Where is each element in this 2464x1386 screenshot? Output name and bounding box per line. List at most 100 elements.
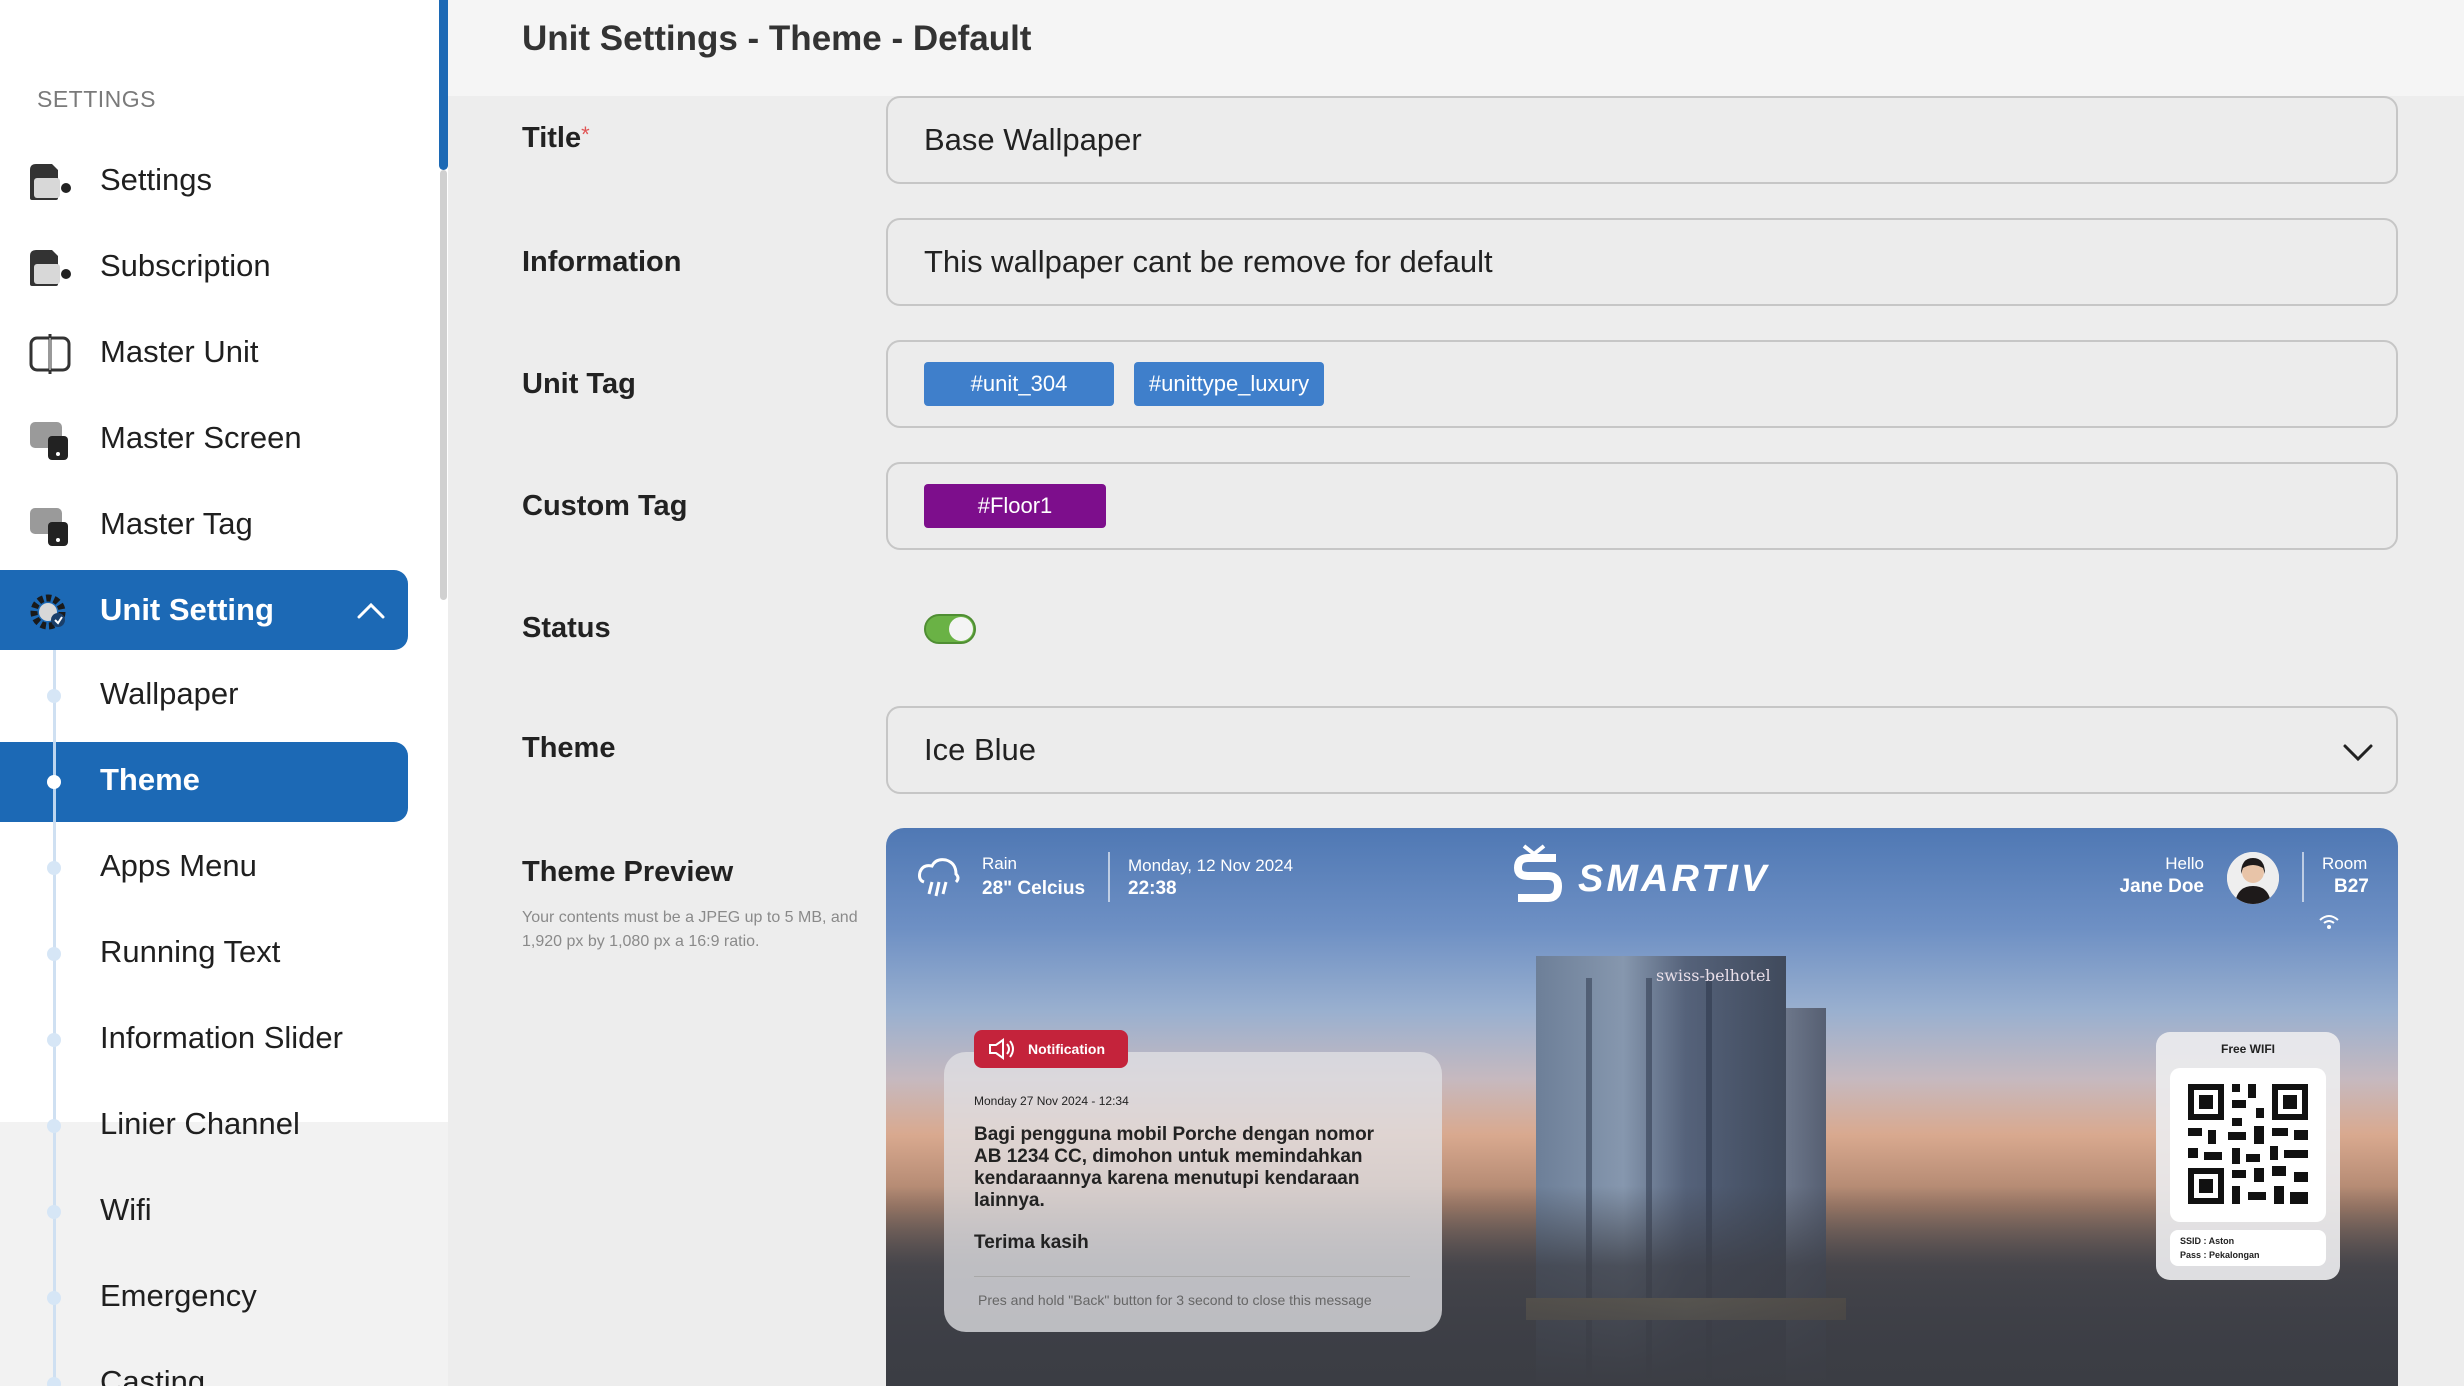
weather-label: Rain: [982, 854, 1017, 873]
sidebar-subitem-label: Wallpaper: [100, 676, 239, 711]
top-divider: [1108, 852, 1110, 902]
gear-icon: [30, 594, 66, 630]
notification-divider: [974, 1276, 1410, 1277]
split-panel-icon: [29, 334, 71, 374]
information-field[interactable]: This wallpaper cant be remove for defaul…: [886, 218, 2398, 306]
sidebar-item-settings[interactable]: Settings: [0, 140, 408, 220]
sidebar-subitem-theme[interactable]: Theme: [0, 742, 408, 822]
tree-dot: [47, 1205, 61, 1219]
sidebar-subitem-wallpaper[interactable]: Wallpaper: [0, 656, 408, 736]
title-label: Title*: [522, 122, 590, 155]
sidebar-item-label: Subscription: [100, 248, 271, 283]
chevron-up-icon[interactable]: [356, 596, 386, 626]
sidebar-subitem-label: Wifi: [100, 1192, 152, 1227]
notification-datetime: Monday 27 Nov 2024 - 12:34: [974, 1094, 1129, 1108]
information-label: Information: [522, 246, 682, 278]
sidebar-subitem-linier-channel[interactable]: Linier Channel: [0, 1086, 408, 1166]
sidebar-scrollbar-thumb[interactable]: [439, 0, 448, 170]
information-value: This wallpaper cant be remove for defaul…: [924, 244, 1493, 279]
smartiv-logo-icon: [1513, 844, 1563, 902]
theme-preview-image: swiss-belhotel Rain 28ʺ Celcius Monday, …: [886, 828, 2398, 1386]
theme-selected-value: Ice Blue: [924, 732, 1037, 767]
status-toggle[interactable]: [924, 614, 976, 644]
sidebar-subitem-running-text[interactable]: Running Text: [0, 914, 408, 994]
sidebar-item-label: Settings: [100, 162, 213, 197]
card-subscription-icon: [30, 250, 71, 286]
sidebar-subitem-label: Theme: [100, 762, 200, 797]
wifi-pass: Pass : Pekalongan: [2180, 1250, 2260, 1260]
sidebar-subitem-information-slider[interactable]: Information Slider: [0, 1000, 408, 1080]
custom-tag-field[interactable]: #Floor1: [886, 462, 2398, 550]
required-mark: *: [581, 122, 590, 147]
card-settings-icon: [30, 164, 71, 200]
top-divider: [2302, 852, 2304, 902]
sidebar-subitem-apps-menu[interactable]: Apps Menu: [0, 828, 408, 908]
tree-dot: [47, 1377, 61, 1386]
wifi-ssid: SSID : Aston: [2180, 1236, 2235, 1246]
title-label-text: Title: [522, 122, 582, 154]
theme-select[interactable]: Ice Blue: [886, 706, 2398, 794]
sidebar-item-master-unit[interactable]: Master Unit: [0, 312, 408, 392]
screen-device-icon: [30, 422, 68, 460]
sidebar-item-label: Master Screen: [100, 420, 302, 455]
rain-cloud-icon: [918, 858, 960, 897]
sidebar: SETTINGS Settings Subscription Master Un…: [0, 0, 448, 1386]
tree-dot: [47, 861, 61, 875]
unit-tag-label: Unit Tag: [522, 368, 636, 400]
sidebar-subitem-label: Information Slider: [100, 1020, 343, 1055]
custom-tag-chip[interactable]: #Floor1: [924, 484, 1106, 528]
title-field[interactable]: Base Wallpaper: [886, 96, 2398, 184]
theme-preview-hint: Your contents must be a JPEG up to 5 MB,…: [522, 909, 858, 950]
sidebar-item-subscription[interactable]: Subscription: [0, 226, 408, 306]
tree-dot: [47, 1291, 61, 1305]
sidebar-item-master-tag[interactable]: Master Tag: [0, 484, 408, 564]
greeting: Hello: [2165, 854, 2204, 873]
tree-dot: [47, 775, 61, 789]
time: 22:38: [1128, 878, 1177, 899]
sidebar-subitem-label: Apps Menu: [100, 848, 257, 883]
tree-dot: [47, 1033, 61, 1047]
tree-dot: [47, 689, 61, 703]
chevron-down-icon[interactable]: [2342, 736, 2374, 768]
tree-dot: [47, 947, 61, 961]
person-avatar-icon: [2227, 852, 2279, 904]
sidebar-subitem-casting[interactable]: Casting: [0, 1344, 408, 1386]
sidebar-subitem-label: Emergency: [100, 1278, 257, 1313]
title-value: Base Wallpaper: [924, 122, 1142, 157]
sidebar-item-master-screen[interactable]: Master Screen: [0, 398, 408, 478]
theme-preview-label: Theme Preview: [522, 856, 734, 888]
theme-label: Theme: [522, 732, 616, 764]
room-label: Room: [2322, 854, 2368, 873]
sidebar-item-label: Master Unit: [100, 334, 259, 369]
notification-message: Bagi pengguna mobil Porche dengan nomor …: [974, 1124, 1375, 1211]
status-label: Status: [522, 612, 611, 644]
wifi-card: Free WIFI SSID: Aston Pass: Pekalongan: [2156, 1032, 2340, 1280]
unit-tag-chip[interactable]: #unittype_luxury: [1134, 362, 1324, 406]
speaker-icon: [989, 1038, 1014, 1060]
page-title: Unit Settings - Theme - Default: [522, 19, 1032, 58]
notification-footer: Pres and hold "Back" button for 3 second…: [978, 1292, 1372, 1308]
tree-dot: [47, 1119, 61, 1133]
unit-tag-chip[interactable]: #unit_304: [924, 362, 1114, 406]
hotel-sign: swiss-belhotel: [1656, 966, 1771, 985]
sidebar-subitem-label: Casting: [100, 1364, 206, 1386]
sidebar-scrollbar-track[interactable]: [440, 170, 447, 600]
sidebar-section-label: SETTINGS: [37, 86, 157, 112]
tag-device-icon: [30, 508, 68, 546]
wifi-icon: [2319, 915, 2339, 929]
temperature: 28ʺ Celcius: [982, 878, 1086, 899]
sidebar-subitem-wifi[interactable]: Wifi: [0, 1172, 408, 1252]
sidebar-item-unit-setting[interactable]: Unit Setting: [0, 570, 408, 650]
notification-thanks: Terima kasih: [974, 1232, 1089, 1253]
room-number: B27: [2334, 876, 2369, 897]
custom-tag-label: Custom Tag: [522, 490, 688, 522]
wifi-credentials: SSID : Aston Pass : Pekalongan: [2170, 1230, 2326, 1266]
sidebar-subitem-label: Running Text: [100, 934, 281, 969]
qr-code: [2170, 1068, 2326, 1222]
avatar: [2227, 852, 2279, 904]
guest-name: Jane Doe: [2119, 876, 2204, 897]
notification-badge: Notification: [974, 1030, 1128, 1068]
unit-tag-field[interactable]: #unit_304 #unittype_luxury: [886, 340, 2398, 428]
date: Monday, 12 Nov 2024: [1128, 856, 1294, 875]
sidebar-subitem-emergency[interactable]: Emergency: [0, 1258, 408, 1338]
